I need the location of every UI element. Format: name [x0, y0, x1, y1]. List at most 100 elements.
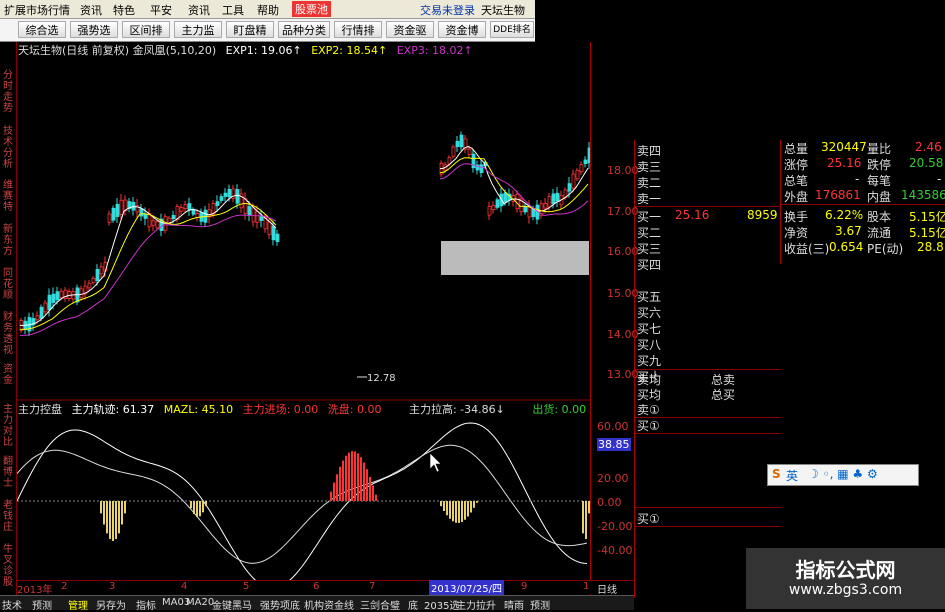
- stat-label: 流通: [867, 226, 892, 240]
- buy-level-1: 买一: [637, 210, 662, 224]
- stat-value: 320447: [821, 140, 867, 154]
- ime-toolbar[interactable]: S 英 ☽ ◦, ▦ ♣ ⚙: [767, 464, 919, 486]
- tool-fund-drive[interactable]: 资金驱动: [386, 21, 434, 54]
- buy-0-label: 买①: [637, 419, 660, 433]
- stat-label: 总笔: [784, 174, 809, 188]
- indicator-current-value: 38.85: [597, 438, 631, 451]
- sell-level-2: 卖二: [637, 176, 662, 190]
- bottom-tab[interactable]: 主力拉升: [456, 597, 496, 612]
- tab-weisaite[interactable]: 维赛特: [1, 180, 15, 213]
- price-chart[interactable]: 12.78: [17, 55, 590, 580]
- bottom-tab[interactable]: MA20: [186, 597, 214, 608]
- stat-value: 6.22%: [825, 208, 864, 222]
- tool-watch-elf[interactable]: 盯盘精灵: [226, 21, 274, 54]
- tab-finance[interactable]: 财务透视: [1, 312, 15, 356]
- date-axis-month: 9: [521, 581, 528, 592]
- left-tab-strip: 分时走势 技术分析 维赛特 新东方 同花顺 财务透视 资金 主力对比 翻博士 老…: [0, 42, 17, 598]
- tab-niucha[interactable]: 牛叉诊股: [1, 544, 15, 588]
- tool-fund-game[interactable]: 资金博弈: [438, 21, 486, 54]
- bottom-tab[interactable]: 金键黑马: [212, 597, 252, 612]
- tool-category[interactable]: 品种分类: [278, 21, 330, 38]
- tab-old-bank[interactable]: 老钱庄: [1, 500, 15, 533]
- tab-technical[interactable]: 技术分析: [1, 126, 15, 170]
- tool-strong-select[interactable]: 强势选股: [70, 21, 118, 54]
- tab-intraday[interactable]: 分时走势: [1, 70, 15, 114]
- stat-label: 收益(三): [784, 242, 830, 256]
- stat-label: 量比: [867, 142, 892, 156]
- total-buy-label: 总买: [711, 388, 736, 402]
- bottom-tab[interactable]: 预测: [530, 597, 550, 612]
- buy-0b-label: 买①: [637, 512, 660, 526]
- date-axis: 2013年 2 3 4 5 6 7 2013/07/25/四 9 1 日线: [17, 580, 634, 596]
- buy-level-2: 买二: [637, 226, 662, 240]
- date-axis-month: 2: [61, 581, 68, 592]
- indicator-axis-label: -40.00: [597, 544, 633, 557]
- ime-mode-label[interactable]: 英: [786, 467, 798, 484]
- bottom-tab[interactable]: 技术: [2, 597, 22, 612]
- tool-range-rank[interactable]: 区间排名: [122, 21, 170, 54]
- stat-label: 净资: [784, 226, 809, 240]
- tool-dde-rank[interactable]: DDE排名: [490, 21, 534, 38]
- menu-item-pingan[interactable]: 平安: [150, 2, 172, 18]
- buy-level-4: 买四: [637, 258, 662, 272]
- menu-item-special[interactable]: 特色: [113, 2, 135, 18]
- stock-stats: 总量 320447 量比 2.46 涨停 25.16 跌停 20.58 总笔 -…: [780, 140, 945, 264]
- tool-market-rank[interactable]: 行情排名: [334, 21, 382, 54]
- period-label[interactable]: 日线: [597, 581, 617, 596]
- indicator-track: 主力轨迹: 61.37: [71, 403, 155, 416]
- indicator-name: 主力控盘: [18, 403, 62, 416]
- stat-value: 28.8: [917, 240, 944, 254]
- stat-value: 176861: [815, 188, 861, 202]
- trade-login-status[interactable]: 交易未登录: [420, 2, 475, 18]
- tab-main-compare[interactable]: 主力对比: [1, 404, 15, 448]
- stock-pool-button[interactable]: 股票池: [292, 1, 331, 17]
- stock-name-menu: 天坛生物: [481, 4, 525, 17]
- tab-tonghuashun[interactable]: 同花顺: [1, 268, 15, 301]
- stat-label: 换手: [784, 210, 809, 224]
- stat-value: 2.46: [915, 140, 942, 154]
- buy-1-volume: 8959: [747, 208, 778, 222]
- bottom-tab[interactable]: 晴雨: [504, 597, 524, 612]
- bottom-tab[interactable]: 预测: [32, 597, 52, 612]
- order-book: 卖四 卖三 卖二 卖一 买一 25.16 8959 买二 买三 买四 买五 买六…: [634, 140, 781, 598]
- tab-fund[interactable]: 资金: [1, 364, 15, 386]
- menu-item-help[interactable]: 帮助: [257, 2, 279, 18]
- menu-item-extended[interactable]: 扩展市场行情: [4, 2, 70, 18]
- buy-level-5: 买五: [637, 290, 662, 304]
- bottom-tab[interactable]: 强势项底: [260, 597, 300, 612]
- date-cursor-label: 2013/07/25/四: [429, 580, 505, 595]
- bottom-tab[interactable]: 2035选: [424, 597, 459, 612]
- menu-item-tools[interactable]: 工具: [222, 2, 244, 18]
- date-axis-year: 2013年: [17, 585, 53, 596]
- bottom-tab[interactable]: 另存为: [96, 597, 126, 612]
- stat-value: 143586: [901, 188, 945, 202]
- buy-level-8: 买八: [637, 338, 662, 352]
- tool-main-monitor[interactable]: 主力监控: [174, 21, 222, 54]
- bottom-tab[interactable]: 管理: [68, 597, 88, 612]
- menu-item-info2[interactable]: 资讯: [188, 2, 210, 18]
- bottom-tab[interactable]: 机构资金线: [304, 597, 354, 612]
- tab-fan-doctor[interactable]: 翻博士: [1, 456, 15, 489]
- stat-value: 5.15亿: [909, 226, 945, 240]
- indicator-header: 主力控盘 主力轨迹: 61.37 MAZL: 45.10 主力进场: 0.00 …: [18, 403, 587, 416]
- date-axis-month: 7: [369, 581, 376, 592]
- bottom-tab[interactable]: 三剑合璧: [360, 597, 400, 612]
- tool-comprehensive-select[interactable]: 综合选股: [18, 21, 66, 54]
- menu-item-info1[interactable]: 资讯: [80, 2, 102, 18]
- watermark-logo: 指标公式网 www.zbgs3.com: [746, 548, 945, 609]
- stat-label: 外盘: [784, 190, 809, 204]
- tab-xindongfang[interactable]: 新东方: [1, 224, 15, 257]
- ime-tools-icon[interactable]: ☽ ◦, ▦ ♣ ⚙: [808, 467, 878, 481]
- sell-level-1: 卖一: [637, 192, 662, 206]
- bottom-tab[interactable]: 底: [408, 597, 418, 612]
- stat-value: 0.654: [829, 240, 864, 254]
- stat-label: 跌停: [867, 158, 892, 172]
- indicator-axis-label: 60.00: [597, 420, 629, 433]
- bottom-tab[interactable]: 指标: [136, 597, 156, 612]
- stat-value: 3.67: [835, 224, 862, 238]
- low-price-marker: 12.78: [367, 373, 396, 384]
- gray-overlay-box: [441, 241, 589, 275]
- price-axis: 18.00 17.00 16.00 15.00 14.00 13.00 60.0…: [590, 42, 639, 598]
- watermark-title: 指标公式网: [795, 558, 896, 582]
- ime-logo-icon: S: [772, 467, 781, 481]
